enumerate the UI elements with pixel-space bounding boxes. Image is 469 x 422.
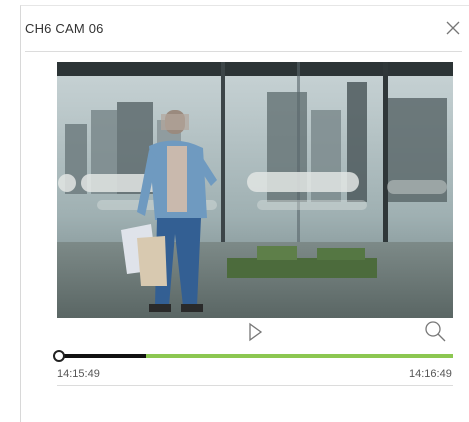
play-icon[interactable] xyxy=(245,321,265,343)
timeline-played-track xyxy=(59,354,146,358)
close-icon[interactable] xyxy=(445,20,461,36)
floor xyxy=(57,242,453,318)
timeline-end-time: 14:16:49 xyxy=(409,368,452,380)
timeline-start-time: 14:15:49 xyxy=(57,368,100,380)
magnifier-icon[interactable] xyxy=(423,319,447,343)
timeline-slider[interactable] xyxy=(53,349,453,363)
video-frame[interactable] xyxy=(57,62,453,318)
title-divider xyxy=(25,51,462,52)
bottom-divider xyxy=(57,385,453,386)
dialog-title: CH6 CAM 06 xyxy=(25,21,104,36)
playback-dialog: CH6 CAM 06 14:15:49 14:16:49 xyxy=(20,5,469,422)
timeline-handle[interactable] xyxy=(53,350,65,362)
